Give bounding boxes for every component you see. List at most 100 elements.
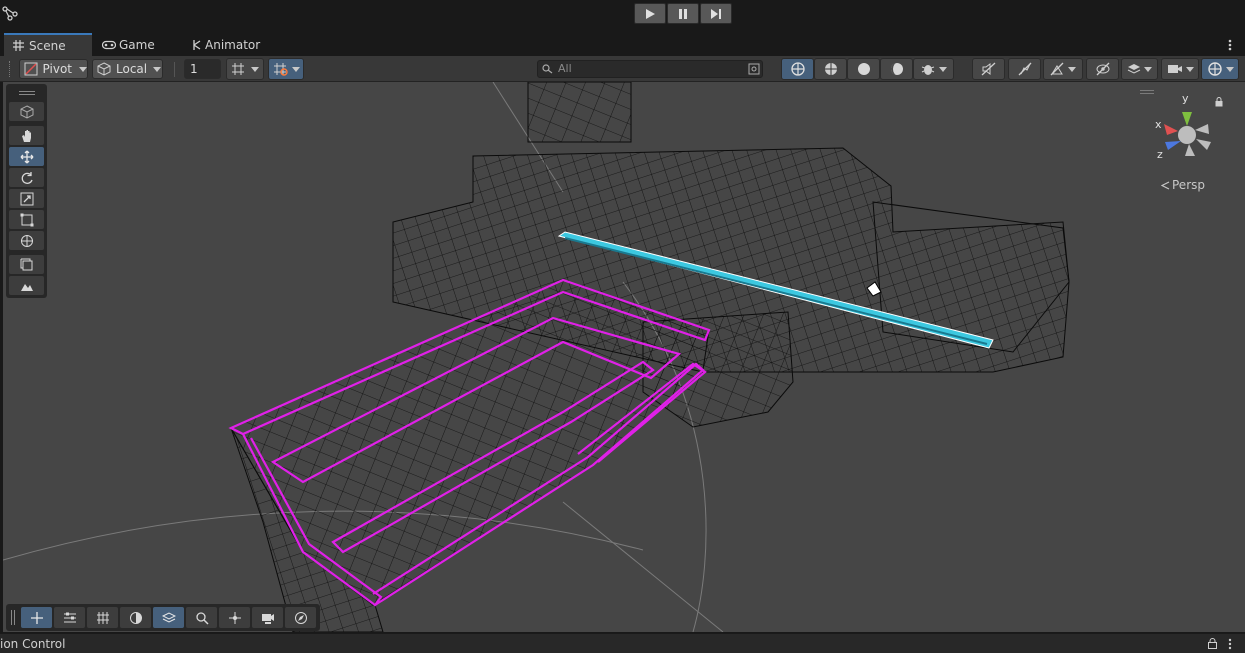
grid-snap-icon: [232, 63, 244, 75]
custom-tool-button[interactable]: [9, 255, 44, 274]
debug-draw-dropdown[interactable]: [913, 58, 954, 80]
camera-icon: [261, 613, 274, 624]
hatch-grid-icon: [96, 611, 109, 624]
grid-snap-value: 1: [190, 62, 198, 76]
scene-visibility-button[interactable]: [1086, 58, 1119, 80]
rotate-icon: [21, 171, 33, 184]
search-options-icon[interactable]: [748, 63, 760, 75]
play-controls: [634, 3, 733, 24]
pivot-cross-icon: [228, 611, 241, 624]
chevron-down-icon: [153, 66, 162, 72]
tab-game-label: Game: [119, 37, 155, 52]
pivot-icon: [24, 62, 38, 76]
audio-off-icon: [981, 62, 995, 76]
tab-scene[interactable]: Scene: [4, 33, 92, 56]
camera-icon: [1167, 65, 1182, 73]
bottom-grid-button[interactable]: [87, 607, 118, 628]
fx-toggle-button[interactable]: [1008, 58, 1041, 80]
search-icon: [542, 64, 553, 74]
shaded-wire-icon: [824, 63, 837, 75]
shaded-sphere-icon: [857, 63, 870, 75]
bottom-camera-button[interactable]: [252, 607, 283, 628]
move-arrows-icon: [30, 611, 43, 624]
pivot-label: Pivot: [42, 62, 72, 76]
chevron-down-icon: [79, 66, 87, 72]
move-tool-button[interactable]: [9, 147, 44, 166]
gizmos-icon: [1207, 62, 1222, 76]
rotate-tool-button[interactable]: [9, 168, 44, 187]
gizmos-dropdown[interactable]: [1201, 58, 1239, 80]
toolbar-divider: [174, 62, 175, 77]
wire-tower: [527, 82, 632, 143]
increment-snap-button[interactable]: [268, 58, 304, 80]
local-dropdown[interactable]: Local: [92, 59, 163, 79]
chevron-down-icon: [938, 66, 947, 72]
chevron-down-icon: [1185, 66, 1194, 72]
pause-button[interactable]: [667, 3, 699, 24]
bottom-move-button[interactable]: [21, 607, 52, 628]
shaded-button[interactable]: [847, 58, 880, 80]
projection-toggle[interactable]: Persp: [1161, 178, 1205, 192]
tab-game[interactable]: Game: [102, 33, 182, 56]
shaded-wire-button[interactable]: [814, 58, 847, 80]
half-circle-icon: [129, 611, 142, 624]
bottom-sliders-button[interactable]: [54, 607, 85, 628]
chevron-down-icon: [291, 66, 300, 72]
effects-dropdown[interactable]: [1043, 58, 1083, 80]
grid-icon: [13, 40, 24, 51]
view-cube-button[interactable]: [9, 102, 44, 121]
transform-icon: [20, 234, 33, 247]
bottom-shading-button[interactable]: [120, 607, 151, 628]
top-bar: [0, 0, 1245, 31]
camera-dropdown[interactable]: [1161, 58, 1199, 80]
bottom-pivot-button[interactable]: [219, 607, 250, 628]
more-options-icon[interactable]: [1227, 638, 1233, 653]
local-cube-icon: [97, 62, 111, 76]
play-icon: [646, 8, 655, 19]
scale-icon: [20, 192, 33, 205]
scale-tool-button[interactable]: [9, 189, 44, 208]
draw-mode-button[interactable]: [781, 58, 814, 80]
gizmo-drag-handle[interactable]: [1140, 90, 1154, 94]
step-button[interactable]: [700, 3, 732, 24]
terrain-icon: [20, 283, 33, 291]
step-icon: [711, 8, 721, 19]
projection-label: Persp: [1172, 178, 1205, 192]
cube-icon: [20, 104, 33, 119]
axis-y-label: y: [1182, 92, 1189, 105]
toggle-2d-button[interactable]: [972, 58, 1005, 80]
axis-x-label: x: [1155, 118, 1162, 131]
terrain-tool-button[interactable]: [9, 276, 44, 295]
rect-transform-icon: [20, 213, 33, 226]
grid-snap-input[interactable]: 1: [184, 59, 221, 79]
grid-visibility-button[interactable]: [226, 58, 264, 80]
hand-tool-button[interactable]: [9, 126, 44, 145]
fx-off-icon: [1018, 62, 1031, 76]
layers-dropdown[interactable]: [1121, 58, 1158, 80]
transform-tool-button[interactable]: [9, 231, 44, 250]
lock-icon[interactable]: [1208, 638, 1217, 652]
bottom-overlay-grip[interactable]: [11, 610, 15, 625]
tab-animator[interactable]: Animator: [192, 33, 282, 56]
play-button[interactable]: [634, 3, 666, 24]
orientation-gizmo[interactable]: y x z Persp: [1151, 90, 1223, 200]
overlay-drag-handle[interactable]: [19, 91, 35, 95]
scene-viewport[interactable]: y x z Persp: [3, 82, 1245, 632]
lighting-button[interactable]: [880, 58, 913, 80]
pivot-dropdown[interactable]: Pivot: [19, 59, 88, 79]
bottom-zoom-button[interactable]: [186, 607, 217, 628]
more-options-icon[interactable]: [1227, 38, 1233, 55]
lock-icon[interactable]: [1215, 96, 1223, 110]
chevron-down-icon: [251, 66, 259, 72]
custom-editor-icon: [20, 258, 32, 270]
status-bar: ion Control: [0, 633, 1245, 653]
rect-tool-button[interactable]: [9, 210, 44, 229]
bottom-compass-button[interactable]: [285, 607, 316, 628]
chevron-down-icon: [1225, 66, 1234, 72]
chevron-down-icon: [1144, 66, 1152, 72]
bottom-layers-button[interactable]: [153, 607, 184, 628]
perspective-icon: [1161, 180, 1170, 190]
search-input[interactable]: All: [537, 60, 763, 78]
share-icon[interactable]: [2, 5, 18, 24]
move-arrows-icon: [20, 150, 33, 163]
